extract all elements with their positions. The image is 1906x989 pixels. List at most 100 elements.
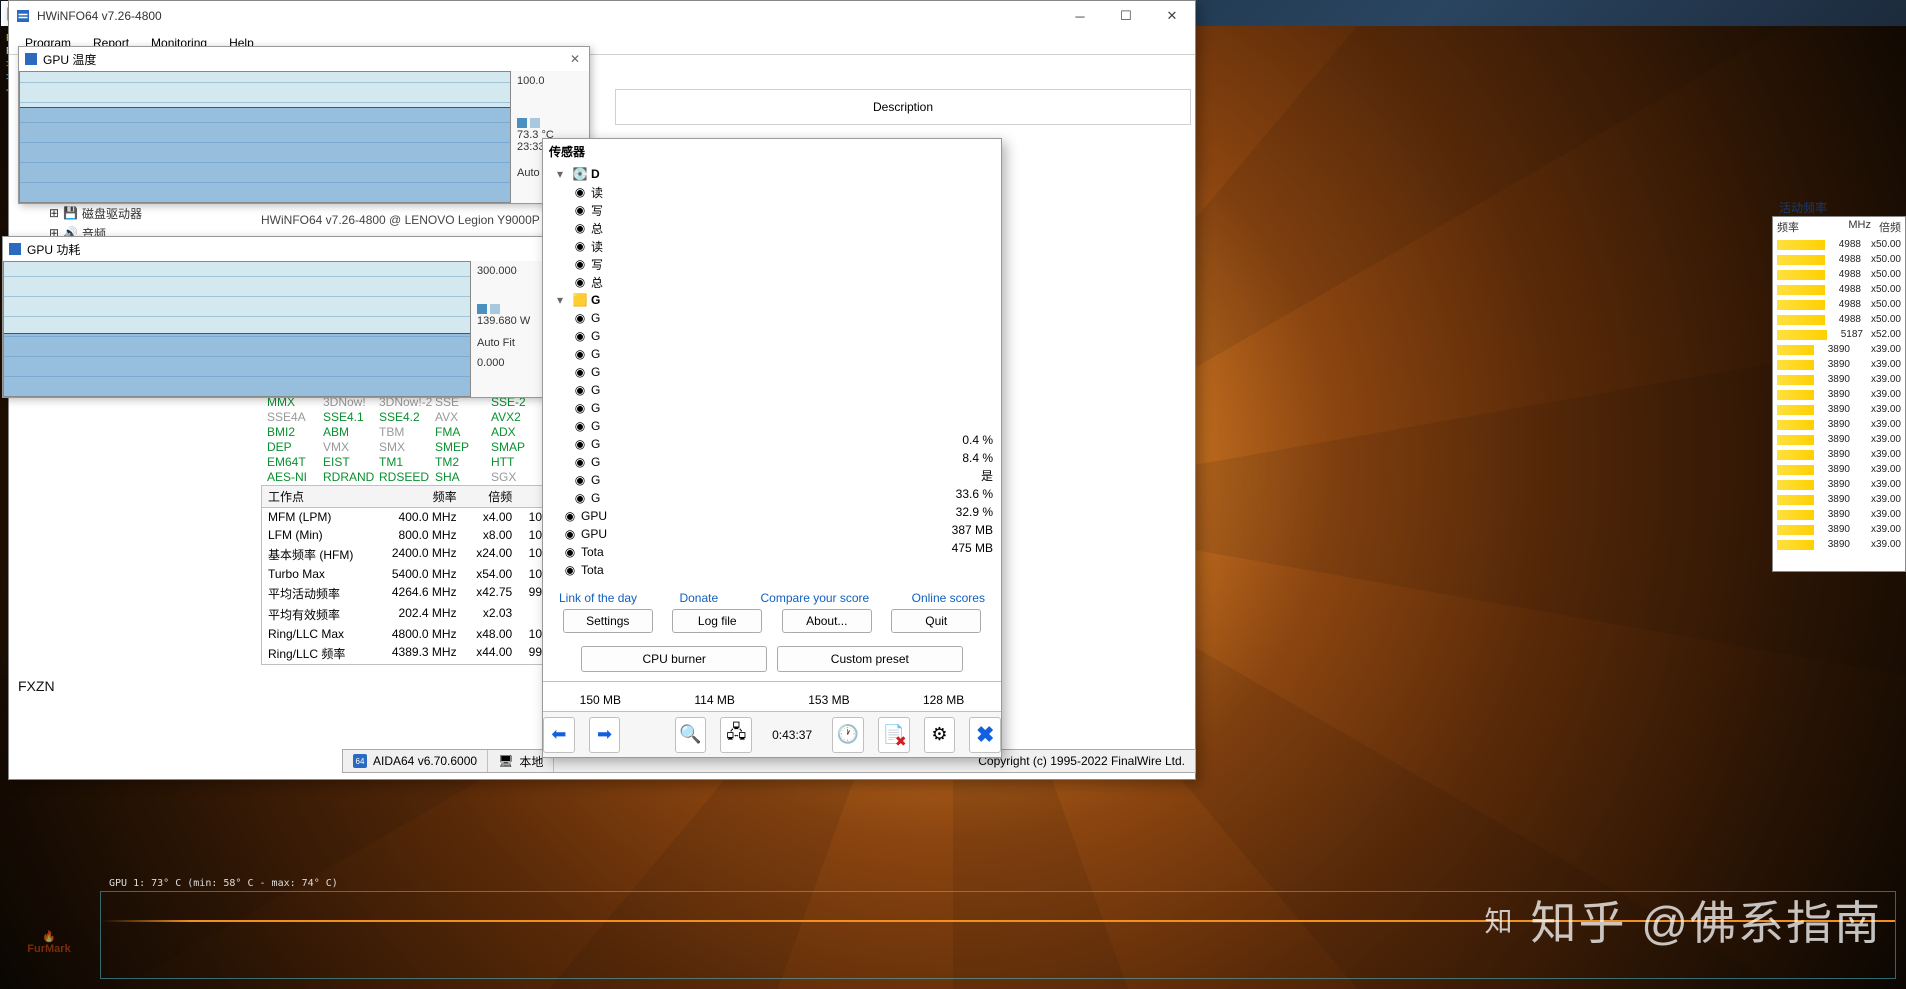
sensor-item[interactable]: ◉Tota [543,561,1001,577]
close-button[interactable]: ✕ [1149,1,1195,31]
cpu-burner-button[interactable]: CPU burner [581,646,767,672]
collapse-icon[interactable]: ▾ [557,293,569,307]
close-x-button[interactable]: ✖ [969,717,1001,753]
chart-close-button[interactable]: ✕ [565,49,585,69]
nav-back-button[interactable]: ⬅ [543,717,575,753]
settings-button[interactable]: Settings [563,609,653,633]
sensor-item[interactable]: ◉G [543,471,1001,489]
clock-row: MFM (LPM)400.0 MHzx4.00100. [262,508,558,526]
sensor-item[interactable]: ◉写 [543,255,1001,273]
search-button[interactable]: 🔍 [675,717,707,753]
sensor-item[interactable]: ◉GPU [543,507,1001,525]
about-button[interactable]: About... [782,609,872,633]
sensor-group[interactable]: ▾💽D [543,165,1001,183]
sensor-item[interactable]: ◉G [543,435,1001,453]
custom-preset-button[interactable]: Custom preset [777,646,963,672]
sensor-icon: ◉ [563,563,577,577]
sensor-icon: ◉ [573,275,587,289]
cpu-feature: HTT [491,455,545,470]
axis-max: 100.0 [517,75,583,87]
clock-row: Turbo Max5400.0 MHzx54.00100. [262,565,558,583]
temp-graph-label: GPU 1: 73° C (min: 58° C - max: 74° C) [109,878,338,889]
freq-row: 3890x39.00 [1773,342,1905,357]
hwinfo-title: HWiNFO64 v7.26-4800 [37,9,162,23]
minimize-button[interactable]: ─ [1057,1,1103,31]
cpu-feature: SSE4A [267,410,321,425]
cpu-feature: SSE4.1 [323,410,377,425]
temp-chart-plot[interactable] [19,71,511,203]
clock-row: Ring/LLC Max4800.0 MHzx48.00100. [262,625,558,643]
sensors-tree[interactable]: ▾💽D◉读◉写◉总◉读◉写◉总▾🟨G◉G◉G◉G◉G◉G◉G◉G◉G◉G◉G◉G… [543,165,1001,577]
cpu-feature: TM2 [435,455,489,470]
cpu-feature: EIST [323,455,377,470]
stop-record-button[interactable]: 📄✖ [878,717,910,753]
clock-hdr-freq: 频率 [381,486,462,507]
hwinfo-titlebar[interactable]: HWiNFO64 v7.26-4800 ─ ☐ ✕ [9,1,1195,31]
sensor-item[interactable]: ◉写 [543,201,1001,219]
sensor-group[interactable]: ▾🟨G [543,291,1001,309]
cpu-feature: RDSEED [379,470,433,485]
sensor-item[interactable]: ◉G [543,381,1001,399]
freq-row: 3890x39.00 [1773,432,1905,447]
sensor-item[interactable]: ◉G [543,363,1001,381]
freq-row: 3890x39.00 [1773,372,1905,387]
aida-version: AIDA64 v6.70.6000 [373,754,477,768]
cpu-feature: SMAP [491,440,545,455]
nav-fwd-button[interactable]: ➡ [589,717,621,753]
aida-copyright: Copyright (c) 1995-2022 FinalWire Ltd. [968,750,1195,772]
sensor-icon: ◉ [573,257,587,271]
clock-row: 平均有效频率202.4 MHzx2.03 [262,604,558,625]
chart-power-sidebar: 300.000 139.680 W Auto Fit 0.000 [471,261,549,397]
cpu-feature: SGX [491,470,545,485]
sensor-icon: ◉ [573,455,587,469]
sensors-header: 传感器 [549,143,585,160]
link-compare[interactable]: Compare your score [761,591,870,605]
chart-gpu-power-window: GPU 功耗 300.000 139.680 W Auto Fit 0.000 [2,236,550,398]
cpu-feature: TM1 [379,455,433,470]
tree-item-disk[interactable]: 磁盘驱动器 [82,205,142,222]
fxzn-label: FXZN [18,678,55,694]
sensor-item[interactable]: ◉G [543,417,1001,435]
freq-row: 3890x39.00 [1773,492,1905,507]
maximize-button[interactable]: ☐ [1103,1,1149,31]
sensor-item[interactable]: ◉G [543,345,1001,363]
cpu-feature: AVX [435,410,489,425]
sensor-item[interactable]: ◉G [543,309,1001,327]
collapse-icon[interactable]: ▾ [557,167,569,181]
chart-temp-titlebar[interactable]: GPU 温度 ✕ [19,47,589,71]
cpu-feature: ABM [323,425,377,440]
sensor-item[interactable]: ◉Tota [543,543,1001,561]
sensor-icon: ◉ [573,401,587,415]
sensor-item[interactable]: ◉G [543,453,1001,471]
logfile-button[interactable]: Log file [672,609,762,633]
freq-row: 5187x52.00 [1773,327,1905,342]
link-donate[interactable]: Donate [679,591,718,605]
sensor-item[interactable]: ◉读 [543,183,1001,201]
sensor-item[interactable]: ◉总 [543,219,1001,237]
network-button[interactable]: 🖧 [720,717,752,753]
chart-power-titlebar[interactable]: GPU 功耗 [3,237,549,261]
clock-hdr-mult: 倍频 [463,486,519,507]
cpu-feature: SSE4.2 [379,410,433,425]
sensor-item[interactable]: ◉G [543,399,1001,417]
link-of-day[interactable]: Link of the day [559,591,637,605]
sensor-item[interactable]: ◉GPU [543,525,1001,543]
power-chart-plot[interactable] [3,261,471,397]
sensor-item[interactable]: ◉总 [543,273,1001,291]
link-online-scores[interactable]: Online scores [912,591,985,605]
axis-max: 300.000 [477,265,543,277]
sensor-icon: ◉ [573,383,587,397]
mb-values-row: 150 MB 114 MB 153 MB 128 MB [543,681,1001,711]
clock-row: 基本频率 (HFM)2400.0 MHzx24.00100. [262,544,558,565]
sensor-item[interactable]: ◉读 [543,237,1001,255]
sensor-item[interactable]: ◉G [543,327,1001,345]
settings-gear-button[interactable]: ⚙ [924,717,956,753]
cpu-feature: EM64T [267,455,321,470]
quit-button[interactable]: Quit [891,609,981,633]
clock-row: Ring/LLC 频率4389.3 MHzx44.0099.8 [262,643,558,664]
sensor-item[interactable]: ◉G [543,489,1001,507]
freq-row: 4988x50.00 [1773,312,1905,327]
clock-button[interactable]: 🕐 [832,717,864,753]
tree-expand-icon[interactable]: ⊞ [49,206,59,220]
autofit-button[interactable]: Auto Fit [477,337,543,349]
